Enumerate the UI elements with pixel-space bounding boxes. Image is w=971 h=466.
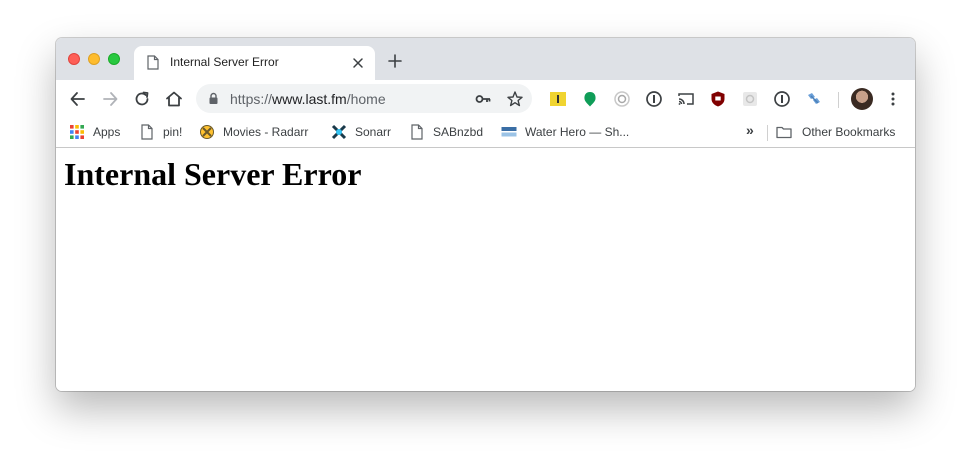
- kebab-menu-icon[interactable]: [884, 90, 902, 108]
- sonarr-icon: [331, 124, 347, 140]
- cast-icon[interactable]: [677, 90, 695, 108]
- star-icon[interactable]: [506, 90, 524, 108]
- home-icon[interactable]: [164, 89, 184, 109]
- bookmarks-separator: [767, 125, 768, 141]
- page-icon: [141, 124, 153, 140]
- bookmark-label: SABnzbd: [433, 125, 484, 139]
- window-close-button[interactable]: [68, 53, 80, 65]
- lock-icon[interactable]: [208, 92, 219, 105]
- radarr-icon: [200, 125, 214, 139]
- radial-extension-icon[interactable]: [613, 90, 631, 108]
- tab-active[interactable]: Internal Server Error: [134, 46, 375, 80]
- apps-grid-icon: [70, 125, 84, 139]
- bookmark-label: Water Hero — Sh...: [525, 125, 630, 139]
- address-bar[interactable]: https://www.last.fm/home: [196, 84, 532, 113]
- bookmark-label: Movies - Radarr: [223, 125, 309, 139]
- tab-strip: Internal Server Error: [56, 38, 915, 80]
- bookmark-sonarr[interactable]: Sonarr: [331, 123, 401, 141]
- bookmark-water-hero[interactable]: Water Hero — Sh...: [501, 123, 641, 141]
- url-scheme: https://: [230, 91, 273, 107]
- new-tab-icon[interactable]: [388, 54, 402, 68]
- folder-icon: [776, 126, 792, 139]
- bookmark-other[interactable]: Other Bookmarks: [776, 123, 906, 141]
- page-content: Internal Server Error: [56, 148, 915, 391]
- window-maximize-button[interactable]: [108, 53, 120, 65]
- bookmark-label: Other Bookmarks: [802, 125, 896, 139]
- url-host: www.last.fm: [272, 91, 347, 107]
- url-path: /home: [346, 91, 386, 107]
- bookmarks-bar: Apps pin! Movies - Radarr Sonarr SABnzbd…: [56, 118, 915, 148]
- onepassword-extension-icon[interactable]: [645, 90, 663, 108]
- bookmark-label: pin!: [163, 125, 183, 139]
- forward-arrow-icon[interactable]: [100, 89, 120, 109]
- toolbar: https://www.last.fm/home: [56, 80, 915, 118]
- water-hero-icon: [501, 127, 517, 137]
- key-icon[interactable]: [474, 90, 492, 108]
- avatar[interactable]: [851, 88, 873, 110]
- evernote-extension-icon[interactable]: [581, 90, 599, 108]
- instapaper-extension-icon[interactable]: [549, 90, 567, 108]
- bookmark-sabnzbd[interactable]: SABnzbd: [409, 123, 499, 141]
- gear-extension-icon[interactable]: [741, 90, 759, 108]
- onepassword-alt-extension-icon[interactable]: [773, 90, 791, 108]
- reload-icon[interactable]: [132, 89, 152, 109]
- bookmarks-overflow-chevron[interactable]: »: [746, 122, 760, 140]
- satellite-extension-icon[interactable]: [805, 90, 823, 108]
- bookmark-apps[interactable]: Apps: [69, 123, 129, 141]
- toolbar-separator: [838, 92, 839, 108]
- page-heading: Internal Server Error: [64, 156, 362, 192]
- ublock-extension-icon[interactable]: [709, 90, 727, 108]
- close-tab-icon[interactable]: [351, 56, 365, 70]
- bookmark-pin[interactable]: pin!: [139, 123, 189, 141]
- back-arrow-icon[interactable]: [68, 89, 88, 109]
- bookmark-radarr[interactable]: Movies - Radarr: [199, 123, 319, 141]
- window-minimize-button[interactable]: [88, 53, 100, 65]
- browser-window: Internal Server Error https://www.last.f…: [56, 38, 915, 391]
- page-icon: [411, 124, 423, 140]
- bookmark-label: Apps: [93, 125, 121, 139]
- tab-title: Internal Server Error: [170, 55, 279, 69]
- page-icon: [147, 55, 159, 70]
- url-text[interactable]: https://www.last.fm/home: [230, 91, 386, 107]
- bookmark-label: Sonarr: [355, 125, 392, 139]
